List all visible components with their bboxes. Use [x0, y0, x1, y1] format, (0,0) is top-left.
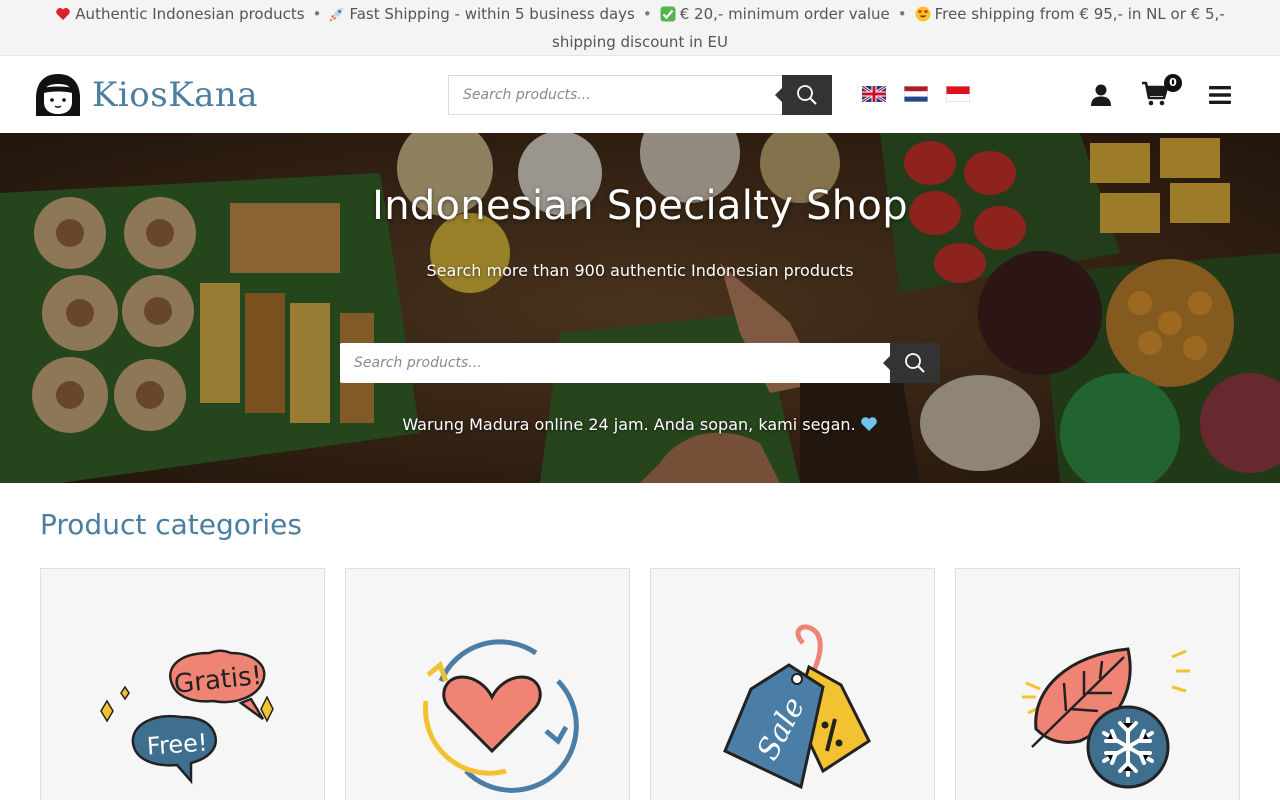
red-heart-icon: [56, 8, 71, 20]
hero-search-button[interactable]: [883, 343, 940, 383]
cart-button[interactable]: 0: [1140, 74, 1182, 108]
uk-flag-icon[interactable]: [862, 86, 886, 102]
notice-separator: •: [897, 5, 907, 23]
cart-count-badge: 0: [1164, 74, 1182, 92]
heart-eyes-icon: [915, 6, 931, 22]
hamburger-menu-icon: [1209, 86, 1231, 104]
hero-tagline-text: Warung Madura online 24 jam. Anda sopan,…: [402, 415, 856, 434]
hero-tagline: Warung Madura online 24 jam. Anda sopan,…: [0, 415, 1280, 434]
search-icon: [797, 85, 817, 105]
girl-face-logo-icon: [36, 74, 80, 116]
notice-item: Fast Shipping - within 5 business days: [329, 5, 635, 23]
logo-link[interactable]: KiosKana: [34, 72, 258, 118]
language-switcher: [862, 86, 970, 102]
heart-refresh-icon: [422, 639, 579, 793]
hero-banner: Indonesian Specialty Shop Search more th…: [0, 133, 1280, 483]
notice-text: € 20,- minimum order value: [679, 5, 890, 23]
menu-button[interactable]: [1208, 84, 1232, 106]
header-search-input[interactable]: [448, 75, 782, 115]
notice-separator: •: [642, 5, 652, 23]
account-button[interactable]: [1088, 82, 1114, 108]
check-mark-icon: [660, 6, 676, 22]
netherlands-flag-icon[interactable]: [904, 86, 928, 102]
category-card-free[interactable]: Gratis! Free!: [40, 568, 325, 800]
leaf-snowflake-icon: [1022, 647, 1190, 789]
category-card-favorites[interactable]: [345, 568, 630, 800]
svg-text:Free!: Free!: [146, 728, 208, 760]
notice-item: Authentic Indonesian products: [55, 5, 305, 23]
category-card-seasonal[interactable]: [955, 568, 1240, 800]
notice-text: Fast Shipping - within 5 business days: [349, 5, 635, 23]
sale-tags-icon: Sale: [723, 624, 871, 790]
free-gratis-speech-bubbles-icon: Gratis! Free!: [100, 649, 274, 785]
notice-bar: Authentic Indonesian products • Fast Shipp…: [0, 0, 1280, 56]
logo-text: KiosKana: [92, 75, 259, 115]
hero-subtitle: Search more than 900 authentic Indonesia…: [426, 261, 854, 280]
search-icon: [905, 353, 925, 373]
header-search-button[interactable]: [775, 75, 832, 115]
hero-title: Indonesian Specialty Shop: [372, 183, 908, 229]
indonesia-flag-icon[interactable]: [946, 86, 970, 102]
categories-heading: Product categories: [40, 508, 302, 541]
notice-text: Authentic Indonesian products: [75, 5, 305, 23]
notice-separator: •: [312, 5, 322, 23]
rocket-icon: [329, 8, 344, 22]
blue-heart-icon: [860, 417, 877, 431]
user-icon: [1091, 84, 1111, 106]
hero-search-input[interactable]: [340, 343, 890, 383]
site-header: KiosKana 0: [0, 56, 1280, 133]
header-search-form: [448, 75, 832, 115]
category-card-sale[interactable]: Sale: [650, 568, 935, 800]
hero-search-form: [340, 343, 940, 383]
categories-grid: Gratis! Free! Sale: [40, 568, 1240, 800]
notice-item: € 20,- minimum order value: [660, 5, 890, 23]
